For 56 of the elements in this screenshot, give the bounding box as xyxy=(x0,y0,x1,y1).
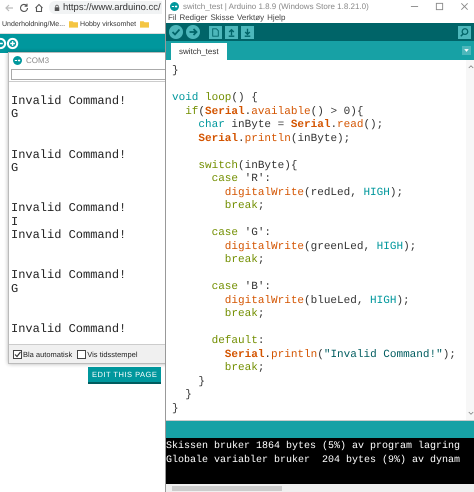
code-line: break; xyxy=(224,308,266,322)
checkbox[interactable] xyxy=(77,350,86,358)
code-line: case 'B': xyxy=(210,281,272,294)
lock-icon xyxy=(54,4,60,12)
code-line: case 'R': xyxy=(210,173,272,186)
back-icon[interactable] xyxy=(4,2,14,12)
reload-icon[interactable] xyxy=(19,2,29,12)
logo-icon[interactable] xyxy=(0,37,20,50)
scroll-up-icon[interactable] xyxy=(468,64,474,69)
checkbox[interactable] xyxy=(13,350,22,358)
code-line: char inByte = Serial.read(); xyxy=(197,119,384,132)
menu-item[interactable]: Fil xyxy=(168,13,176,22)
new-file-icon[interactable] xyxy=(209,26,222,38)
scrollbar[interactable] xyxy=(466,60,474,420)
app-icon xyxy=(13,56,22,65)
folder-icon xyxy=(69,20,78,28)
dropdown-icon[interactable] xyxy=(462,46,471,55)
code-line: digitalWrite(redLed, HIGH); xyxy=(224,186,404,200)
address-bar[interactable]: https://www.arduino.cc/ xyxy=(49,1,162,14)
window-title: switch_test | Arduino 1.8.9 (Windows Store 1.8.21.0) xyxy=(183,2,370,10)
code-line: case 'G': xyxy=(210,227,272,240)
tab[interactable]: switch_test xyxy=(171,43,227,60)
code-line: digitalWrite(blueLed, HIGH); xyxy=(224,294,411,308)
serial-monitor-icon[interactable] xyxy=(458,26,471,38)
menu-item[interactable]: Verktøy xyxy=(237,13,264,22)
code-line: Serial.println(inByte); xyxy=(197,132,352,146)
scroll-down-icon[interactable] xyxy=(468,411,474,416)
scrollbar-thumb[interactable] xyxy=(172,486,282,490)
code-line: } xyxy=(184,389,193,402)
code-line: } xyxy=(172,402,180,416)
code-line: } xyxy=(172,65,180,78)
code-line: break; xyxy=(224,362,266,376)
menu-item[interactable]: Skisse xyxy=(210,13,234,22)
code-line: if(Serial.available() > 0){ xyxy=(184,106,364,119)
maximize-icon[interactable] xyxy=(435,2,444,10)
console-line: Globale variabler bruker 204 bytes (9%) av dynam xyxy=(166,454,462,468)
code-line: Serial.println("Invalid Command!"); xyxy=(224,348,457,362)
code-line: break; xyxy=(224,200,266,214)
verify-icon[interactable] xyxy=(169,25,183,39)
code-line: default: xyxy=(210,335,266,348)
code-line: void loop() { xyxy=(172,92,259,106)
scrollbar[interactable] xyxy=(166,484,474,492)
close-icon[interactable] xyxy=(460,2,469,10)
window-title: COM3 xyxy=(26,56,50,65)
code-line: break; xyxy=(224,254,266,268)
menu-item[interactable]: Hjelp xyxy=(267,13,286,22)
code-line: switch(inByte){ xyxy=(197,160,298,173)
code-line: } xyxy=(197,376,206,389)
upload-icon[interactable] xyxy=(186,25,200,39)
console-line: Skissen bruker 1864 bytes (5%) av program lagring xyxy=(166,440,462,454)
code-line: digitalWrite(greenLed, HIGH); xyxy=(224,240,418,254)
input-field[interactable] xyxy=(11,69,167,80)
save-icon[interactable] xyxy=(241,26,254,38)
open-icon[interactable] xyxy=(225,26,238,38)
menu-item[interactable]: Rediger xyxy=(179,13,208,22)
home-icon[interactable] xyxy=(34,2,44,12)
